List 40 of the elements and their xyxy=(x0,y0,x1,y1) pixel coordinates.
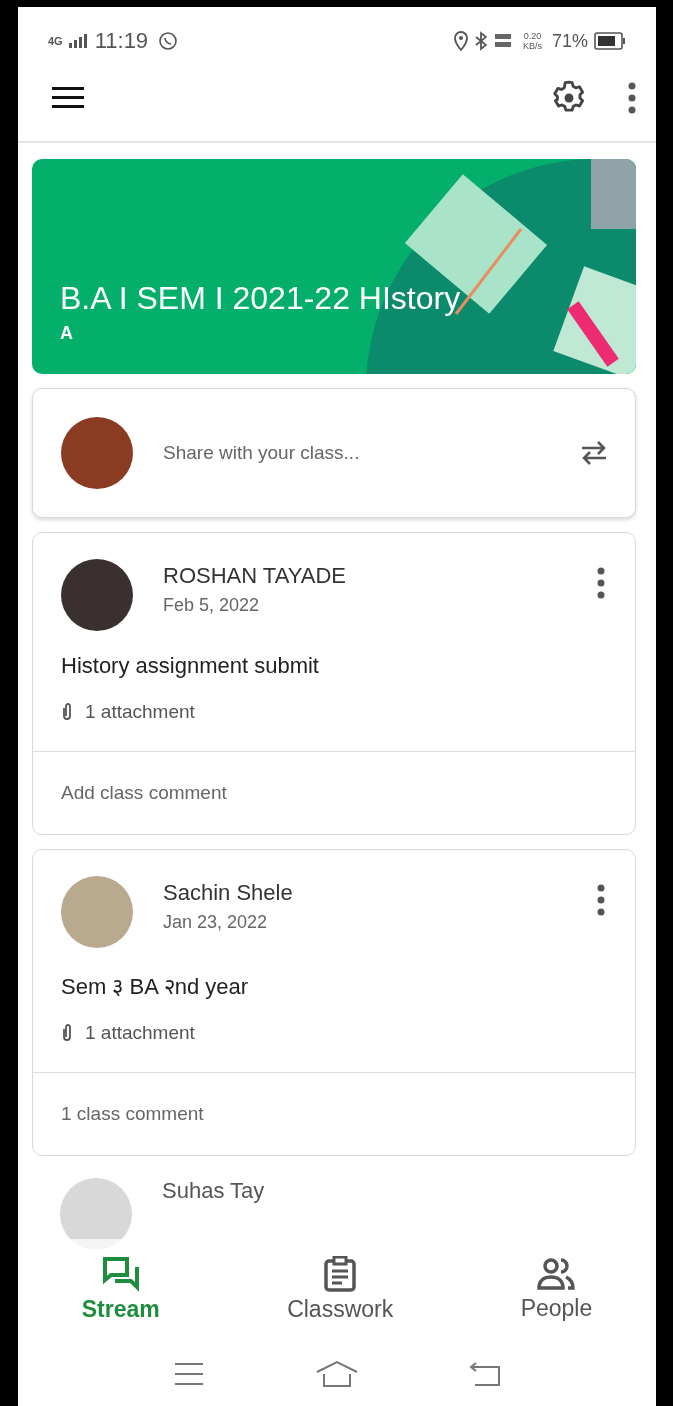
people-icon xyxy=(536,1256,577,1291)
speed-unit: KB/s xyxy=(522,41,542,51)
bluetooth-icon xyxy=(474,31,487,51)
class-title: B.A I SEM I 2021-22 HIstory xyxy=(60,280,461,317)
chat-icon xyxy=(158,31,179,51)
nav-tab[interactable]: Stream xyxy=(81,1255,160,1323)
class-section: A xyxy=(60,323,461,344)
attachment-count[interactable]: 1 attachment xyxy=(85,701,195,723)
post-text: Sem ३ BA २nd year xyxy=(60,973,250,1000)
attachment-count[interactable]: 1 attachment xyxy=(85,1022,195,1044)
class-comment-link[interactable]: Add class comment xyxy=(33,751,635,834)
class-comment-link[interactable]: 1 class comment xyxy=(33,1072,635,1155)
recent-apps-icon[interactable] xyxy=(173,1362,205,1386)
clipboard-icon xyxy=(323,1255,358,1292)
post-date: Feb 5, 2022 xyxy=(163,595,261,616)
author-name: Sachin Shele xyxy=(163,880,294,906)
more-options-icon[interactable] xyxy=(628,82,636,114)
paperclip-icon xyxy=(61,1023,73,1043)
network-label: 4G xyxy=(48,35,63,47)
more-options-icon[interactable] xyxy=(597,884,605,916)
menu-icon[interactable] xyxy=(52,87,84,109)
nav-tab[interactable]: People xyxy=(520,1256,593,1322)
author-name: ROSHAN TAYADE xyxy=(163,563,347,589)
back-icon[interactable] xyxy=(469,1361,501,1387)
battery-percent: 71% xyxy=(551,30,588,52)
nav-tab[interactable]: Classwork xyxy=(287,1255,394,1323)
paperclip-icon xyxy=(61,702,73,722)
more-options-icon[interactable] xyxy=(597,567,605,599)
share-placeholder[interactable]: Share with your class... xyxy=(163,442,549,464)
share-card[interactable]: Share with your class... xyxy=(32,388,636,518)
signal-icon xyxy=(68,34,89,48)
post-text: History assignment submit xyxy=(60,652,320,679)
home-icon[interactable] xyxy=(315,1360,359,1388)
battery-icon xyxy=(594,32,626,50)
author-name: Suhas Tay xyxy=(162,1178,265,1204)
speed-value: 0.20 xyxy=(523,31,542,41)
location-icon xyxy=(452,31,469,51)
post-date: Jan 23, 2022 xyxy=(163,912,269,933)
clock-time: 11:19 xyxy=(94,28,149,54)
chat-bubbles-icon xyxy=(101,1255,140,1292)
